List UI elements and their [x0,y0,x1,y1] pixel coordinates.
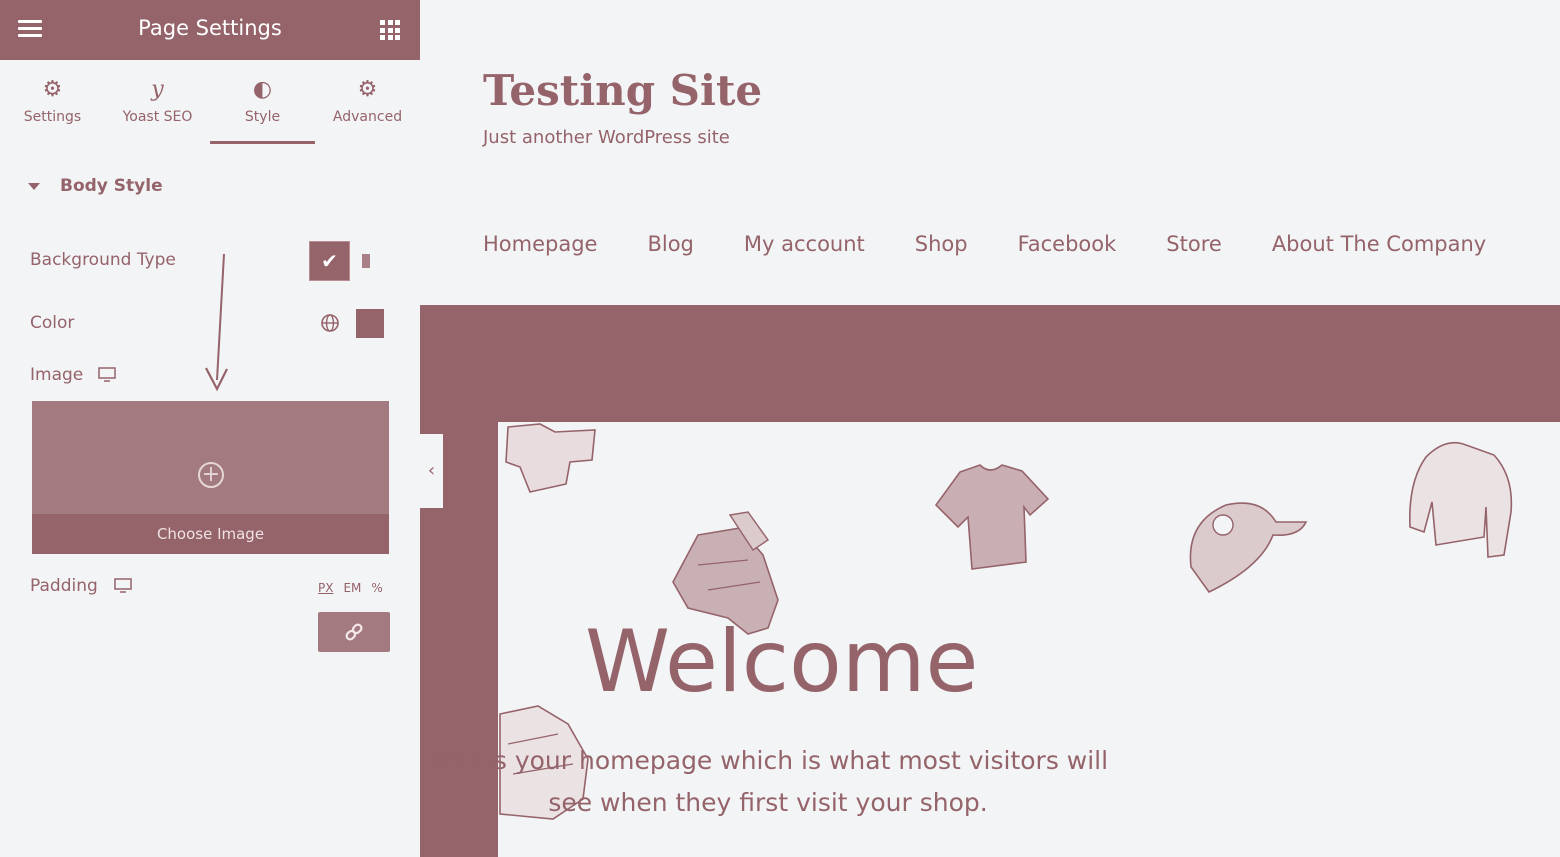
cap-illustration [1189,502,1308,594]
caret-down-icon [28,183,40,190]
add-image-icon: + [198,462,224,488]
long-sleeve-shirt-illustration [1409,441,1513,558]
welcome-heading: Welcome [585,612,979,712]
tab-advanced[interactable]: ⚙ Advanced [315,60,420,144]
chevron-left-icon: ‹ [427,460,436,481]
page-settings-panel: Page Settings ⚙ Settings y Yoast SEO ◐ S… [0,0,420,857]
panel-tabs: ⚙ Settings y Yoast SEO ◐ Style ⚙ Advance… [0,60,420,144]
padding-label: Padding [30,576,98,596]
tab-yoast-seo-label: Yoast SEO [122,109,193,125]
background-type-label: Background Type [30,250,176,270]
yoast-icon: y [151,77,164,102]
responsive-desktop-icon[interactable] [98,367,116,383]
choose-image-button[interactable]: Choose Image [32,514,389,554]
collapse-panel-button[interactable]: ‹ [420,434,443,508]
tab-style[interactable]: ◐ Style [210,60,315,144]
tshirt-illustration [505,423,596,493]
nav-item-about-the-company[interactable]: About The Company [1272,232,1486,256]
nav-item-facebook[interactable]: Facebook [1018,232,1117,256]
nav-item-my-account[interactable]: My account [744,232,865,256]
panel-header: Page Settings [0,0,420,60]
unit-em[interactable]: EM [343,581,361,595]
welcome-paragraph: This is your homepage which is what most… [427,746,1109,817]
tshirt-illustration [934,464,1050,570]
tab-settings[interactable]: ⚙ Settings [0,60,105,144]
gear-icon: ⚙ [357,77,378,102]
image-label: Image [30,365,84,385]
site-title[interactable]: Testing Site [483,66,762,115]
widgets-grid-icon[interactable] [380,20,400,40]
unit-selector: PX EM% [318,581,393,595]
unit-percent[interactable]: % [371,581,382,595]
tab-yoast-seo[interactable]: y Yoast SEO [105,60,210,144]
section-title: Body Style [60,176,163,196]
link-values-button[interactable] [318,612,390,652]
nav-item-store[interactable]: Store [1166,232,1222,256]
color-picker-swatch[interactable] [356,309,384,338]
site-tagline: Just another WordPress site [483,127,730,148]
header-banner [420,305,1560,422]
color-label: Color [30,313,75,333]
link-icon [345,623,363,641]
gear-icon: ⚙ [42,77,63,102]
image-chooser[interactable]: + Choose Image [32,401,389,554]
nav-item-blog[interactable]: Blog [647,232,693,256]
tab-advanced-label: Advanced [332,109,403,125]
site-preview: Testing Site Just another WordPress site… [420,0,1560,857]
site-navigation: Homepage Blog My account Shop Facebook Store A… [483,232,1536,256]
background-type-gradient-button[interactable] [362,254,370,268]
responsive-desktop-icon[interactable] [114,578,132,594]
background-type-classic-button[interactable]: ✔ [309,241,350,281]
panel-title: Page Settings [138,16,282,40]
globe-icon[interactable] [320,313,340,333]
unit-px[interactable]: PX [318,581,333,595]
nav-item-homepage[interactable]: Homepage [483,232,597,256]
annotation-arrow-icon [205,253,228,392]
contrast-icon: ◐ [252,77,273,102]
tab-style-label: Style [244,109,281,125]
nav-item-shop[interactable]: Shop [915,232,968,256]
tab-settings-label: Settings [23,109,82,125]
